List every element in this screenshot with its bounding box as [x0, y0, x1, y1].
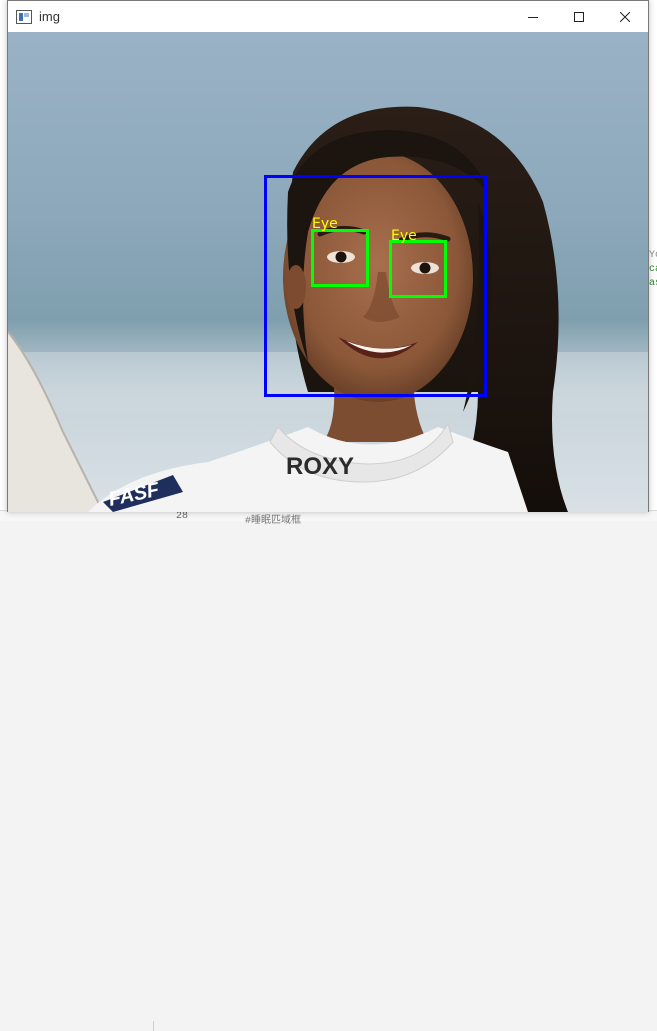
minimize-button[interactable]: [510, 1, 556, 32]
face-detection-box: [264, 175, 487, 397]
background-line-number: 28: [176, 511, 189, 522]
eye-detection-box-2: [389, 240, 447, 298]
background-edge-text-3: as: [649, 278, 657, 289]
eye-label-2: Eye: [391, 228, 417, 244]
background-code-comment: #睡眠匹域框: [245, 516, 302, 527]
app-icon: [16, 9, 32, 24]
window-title: img: [39, 9, 60, 24]
image-window[interactable]: img ROXY FASF Eye Eye: [7, 0, 649, 512]
window-controls: [510, 1, 648, 32]
background-edge-text-1: Yo: [649, 250, 657, 261]
background-edge-text-2: ca: [649, 264, 657, 275]
title-bar[interactable]: img: [8, 1, 648, 32]
maximize-icon: [574, 11, 584, 22]
background-gutter-divider: [153, 1021, 154, 1031]
close-button[interactable]: [602, 1, 648, 32]
minimize-icon: [528, 16, 538, 18]
maximize-button[interactable]: [556, 1, 602, 32]
close-icon: [620, 11, 630, 22]
shirt-roxy-text: ROXY: [286, 453, 354, 480]
image-canvas: ROXY FASF Eye Eye: [8, 32, 648, 512]
background-editor-edge: Yo ca as: [648, 32, 657, 520]
eye-detection-box-1: [311, 229, 369, 287]
eye-label-1: Eye: [312, 216, 338, 232]
